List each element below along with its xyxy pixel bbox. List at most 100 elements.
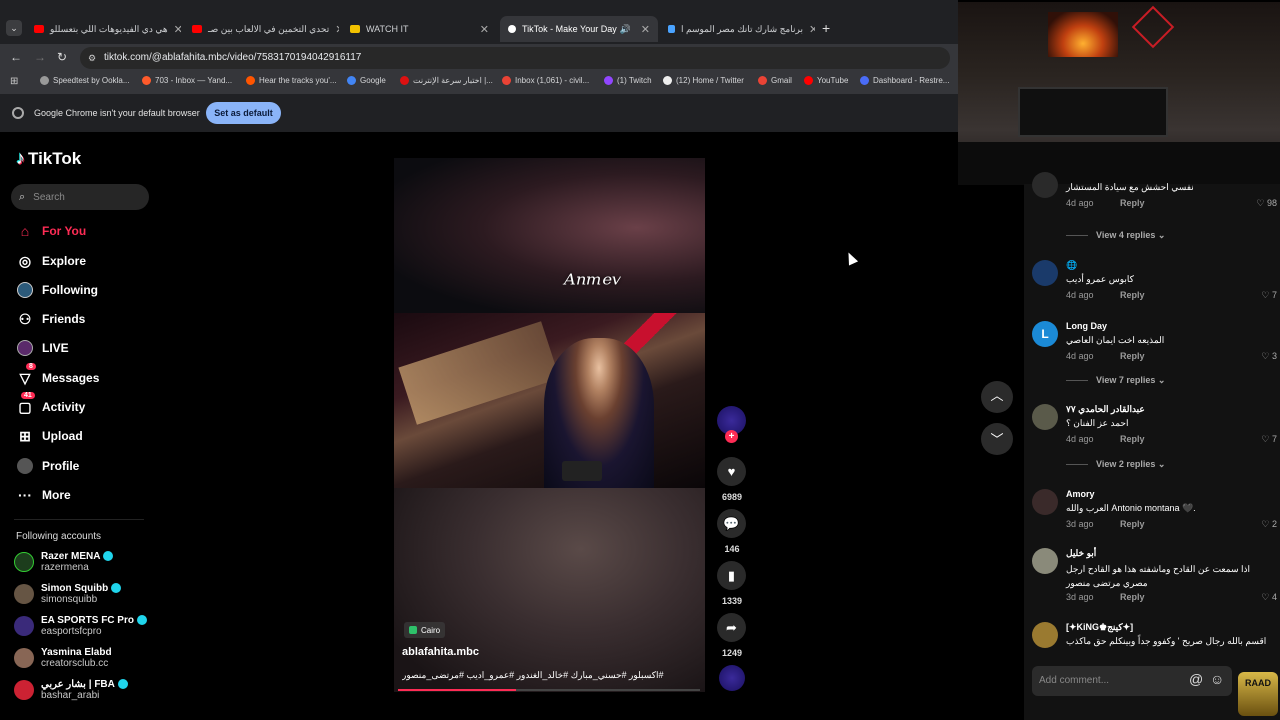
video-player[interactable]: ᴬⁿᵐᵉᵛ Cairo ablafahita.mbc #اكسبلور #حسن… [394, 158, 705, 692]
follow-plus-icon[interactable]: + [725, 430, 738, 443]
reply-button[interactable]: Reply [1120, 198, 1145, 208]
nav-following[interactable]: Following [16, 281, 98, 299]
bookmark-speedtest[interactable]: Speedtest by Ookla... [40, 76, 130, 85]
close-icon[interactable]: ✕ [635, 23, 650, 36]
browser-tab-1[interactable]: هي دي الفيديوهات اللي بتعسللو ✕ [26, 16, 181, 42]
reply-button[interactable]: Reply [1120, 351, 1145, 361]
apps-icon[interactable]: ⊞ [10, 76, 18, 87]
tab-title: TikTok - Make Your Day [522, 24, 617, 34]
browser-tab-2[interactable]: تحدي التخمين في الالعاب بين صـ ✕ [184, 16, 339, 42]
bookmark-speed-test-arabic[interactable]: اختبار سرعة الإنترنت |... [400, 76, 493, 85]
tiktok-icon [508, 25, 516, 33]
save-button[interactable]: ▮ [717, 561, 746, 590]
wall-logo [1131, 5, 1175, 49]
account-ea-sports-fc-pro[interactable]: EA SPORTS FC Pro easportsfcpro [14, 615, 147, 637]
new-tab-button[interactable]: + [822, 20, 830, 36]
set-default-button[interactable]: Set as default [206, 102, 281, 124]
bookmark-youtube[interactable]: YouTube [804, 76, 848, 85]
bookmark-yandex[interactable]: 703 - Inbox — Yand... [142, 76, 232, 85]
nav-explore[interactable]: ◎ Explore [16, 252, 86, 270]
site-info-icon[interactable]: ⚙ [88, 47, 96, 69]
twitch-icon [604, 76, 613, 85]
browser-tab-5[interactable]: برنامج شارك تانك مصر الموسم ا ✕ [660, 16, 815, 42]
speaker-icon[interactable]: 🔊 [620, 24, 631, 35]
reply-button[interactable]: Reply [1120, 290, 1145, 300]
avatar [1032, 260, 1058, 286]
x-icon [663, 76, 672, 85]
location-tag[interactable]: Cairo [404, 622, 446, 638]
account-simon-squibb[interactable]: Simon Squibb simonsquibb [14, 583, 122, 605]
bookmark-gmail[interactable]: Gmail [758, 76, 792, 85]
youtube-icon [34, 25, 44, 33]
sound-disc-icon[interactable] [719, 665, 745, 691]
mention-icon[interactable]: @ [1189, 671, 1203, 687]
tiktok-sidebar: ♪ TikTok ⌕ Search ⌂ For You ◎ Explore Fo… [0, 132, 165, 720]
bookmark-inbox[interactable]: Inbox (1,061) - civil... [502, 76, 589, 85]
more-icon: ··· [18, 487, 32, 503]
tiktok-logo[interactable]: ♪ TikTok [16, 148, 81, 169]
view-replies-button[interactable]: View 7 replies ⌄ [1066, 375, 1165, 386]
youtube-icon [804, 76, 813, 85]
live-icon [16, 339, 34, 357]
previous-video-button[interactable]: ︿ [981, 381, 1013, 413]
close-icon[interactable]: ✕ [168, 23, 181, 36]
browser-tab-strip: ⌄ هي دي الفيديوهات اللي بتعسللو ✕ تحدي ا… [0, 0, 958, 44]
bookmark-google[interactable]: Google [347, 76, 386, 85]
add-comment-input[interactable]: Add comment... @ ☺ [1032, 666, 1232, 696]
emoji-icon[interactable]: ☺ [1210, 671, 1224, 687]
reload-icon[interactable]: ↻ [57, 50, 67, 64]
bookmark-twitter[interactable]: (12) Home / Twitter [663, 76, 744, 85]
comment-like[interactable]: ♡ 2 [1261, 519, 1277, 530]
video-frame-stage [394, 313, 705, 488]
tab-title: هي دي الفيديوهات اللي بتعسللو [50, 23, 168, 34]
search-input[interactable]: ⌕ Search [11, 184, 149, 210]
comment-like[interactable]: ♡ 7 [1261, 290, 1277, 301]
account-razer-mena[interactable]: Razer MENA razermena [14, 551, 114, 573]
nav-activity[interactable]: ▢ 41 Activity [16, 392, 85, 416]
forward-icon[interactable]: → [34, 50, 46, 64]
url-bar[interactable]: ⚙ tiktok.com/@ablafahita.mbc/video/75831… [80, 47, 950, 69]
avatar [14, 680, 34, 700]
share-arrow-icon: ➦ [726, 619, 737, 635]
nav-more[interactable]: ··· More [16, 486, 71, 504]
account-bashar-arabi[interactable]: بشار عربي | FBA bashar_arabi [14, 679, 128, 701]
video-author[interactable]: ablafahita.mbc [402, 646, 479, 658]
nav-upload[interactable]: ⊞ Upload [16, 427, 83, 445]
upload-icon: ⊞ [19, 427, 31, 444]
tab-search-button[interactable]: ⌄ [6, 20, 22, 36]
reply-button[interactable]: Reply [1120, 434, 1145, 444]
nav-friends[interactable]: ⚇ Friends [16, 310, 86, 328]
share-count: 1249 [721, 648, 743, 658]
reply-button[interactable]: Reply [1120, 519, 1145, 529]
avatar [1032, 172, 1058, 198]
bookmark-soundcloud[interactable]: Hear the tracks you'... [246, 76, 337, 85]
view-replies-button[interactable]: View 4 replies ⌄ [1066, 230, 1165, 241]
nav-profile[interactable]: Profile [16, 457, 79, 475]
comment-like[interactable]: ♡ 4 [1261, 592, 1277, 603]
browser-tab-4-active[interactable]: TikTok - Make Your Day 🔊 ✕ [500, 16, 658, 42]
account-yasmina-elabd[interactable]: Yasmina Elabd creatorsclub.cc [14, 647, 112, 669]
bookmark-restream[interactable]: Dashboard - Restre... [860, 76, 949, 85]
close-icon[interactable]: ✕ [474, 23, 489, 36]
nav-messages[interactable]: ▽ 8 Messages [16, 363, 99, 387]
nav-for-you[interactable]: ⌂ For You [16, 222, 86, 240]
close-icon[interactable]: ✕ [329, 23, 339, 36]
share-button[interactable]: ➦ [717, 613, 746, 642]
reply-button[interactable]: Reply [1120, 592, 1145, 602]
chrome-icon [12, 107, 24, 119]
avatar [1032, 404, 1058, 430]
browser-tab-3[interactable]: WATCH IT ✕ [342, 16, 497, 42]
close-icon[interactable]: ✕ [803, 23, 815, 36]
comment-like[interactable]: ♡ 7 [1261, 434, 1277, 445]
nav-live[interactable]: LIVE [16, 339, 69, 357]
back-icon[interactable]: ← [10, 50, 22, 64]
view-replies-button[interactable]: View 2 replies ⌄ [1066, 459, 1165, 470]
like-button[interactable]: ♥ [717, 457, 746, 486]
bookmark-twitch[interactable]: (1) Twitch [604, 76, 652, 85]
comment-like[interactable]: ♡ 98 [1256, 198, 1277, 209]
comment-like[interactable]: ♡ 3 [1261, 351, 1277, 362]
comment-button[interactable]: 💬 [717, 509, 746, 538]
avatar [1032, 548, 1058, 574]
comment-bubble-icon: 💬 [723, 515, 740, 531]
next-video-button[interactable]: ﹀ [981, 423, 1013, 455]
